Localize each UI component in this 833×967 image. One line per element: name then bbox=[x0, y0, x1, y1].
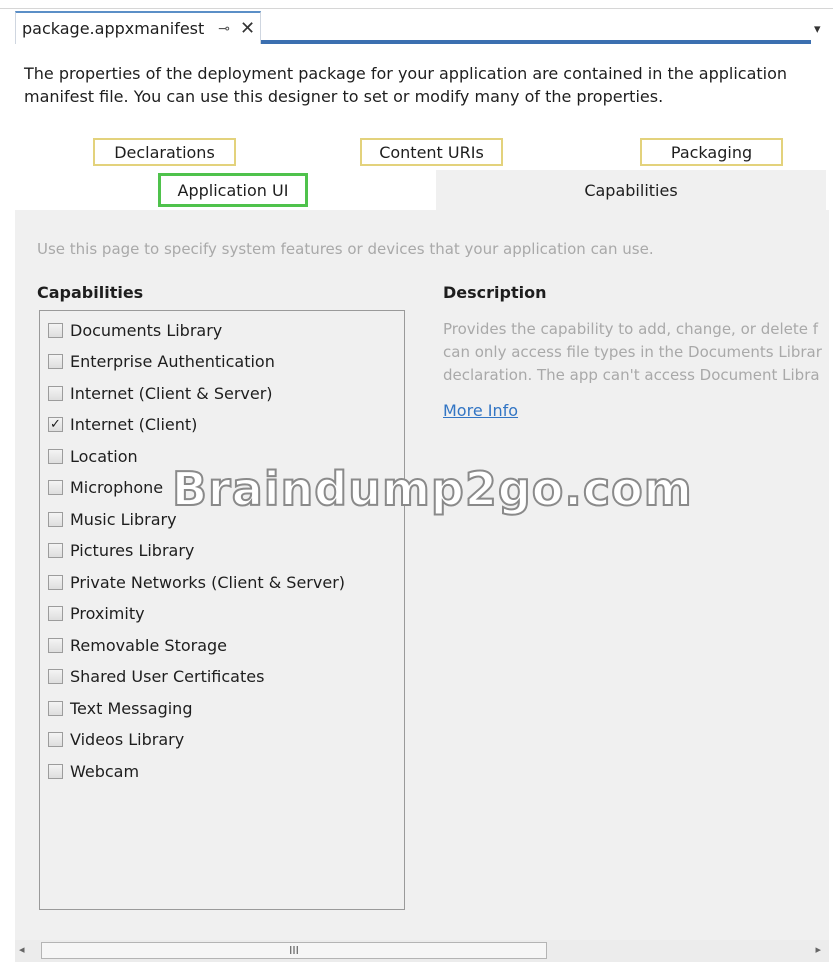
horizontal-scrollbar[interactable]: ◂ III ▸ bbox=[15, 940, 829, 962]
scrollbar-thumb[interactable]: III bbox=[41, 942, 547, 959]
checkbox[interactable] bbox=[48, 606, 63, 621]
capability-label: Removable Storage bbox=[70, 635, 228, 655]
capability-item[interactable]: Videos Library bbox=[48, 728, 184, 752]
checkbox[interactable] bbox=[48, 322, 63, 338]
checkbox[interactable] bbox=[48, 637, 63, 653]
capability-label: Internet (Client & Server) bbox=[70, 383, 273, 403]
watermark: Braindump2go.com bbox=[171, 461, 693, 517]
checkbox[interactable] bbox=[48, 511, 63, 527]
scroll-left-icon[interactable]: ◂ bbox=[19, 943, 25, 956]
capability-label: Text Messaging bbox=[70, 698, 193, 718]
capability-item[interactable]: Shared User Certificates bbox=[48, 665, 264, 689]
capability-item[interactable]: Proximity bbox=[48, 602, 145, 626]
checkbox[interactable] bbox=[48, 574, 63, 590]
capability-item[interactable]: Pictures Library bbox=[48, 539, 194, 563]
intro-text: The properties of the deployment package… bbox=[24, 64, 788, 106]
capabilities-list: Documents Library Enterprise Authenticati… bbox=[39, 310, 405, 910]
capabilities-header: Capabilities bbox=[37, 283, 144, 302]
checkbox[interactable] bbox=[48, 732, 63, 747]
capability-item[interactable]: Removable Storage bbox=[48, 633, 227, 657]
description-line: can only access file types in the Docume… bbox=[443, 343, 822, 361]
checkbox[interactable] bbox=[48, 385, 63, 401]
checkbox[interactable] bbox=[48, 669, 63, 684]
page-hint: Use this page to specify system features… bbox=[37, 240, 654, 258]
capability-label: Videos Library bbox=[70, 730, 185, 749]
tab-content-uris[interactable]: Content URIs bbox=[360, 138, 503, 166]
capability-item[interactable]: Documents Library bbox=[48, 318, 222, 342]
capability-label: Webcam bbox=[70, 761, 140, 781]
description-line: declaration. The app can't access Docume… bbox=[443, 366, 820, 384]
tab-application-ui[interactable]: Application UI bbox=[158, 173, 308, 207]
capability-item[interactable]: Microphone bbox=[48, 476, 163, 500]
checkbox[interactable] bbox=[48, 354, 63, 369]
document-tab-title: package.appxmanifest bbox=[22, 19, 205, 38]
capability-item[interactable]: Webcam bbox=[48, 759, 139, 783]
description-line: Provides the capability to add, change, … bbox=[443, 320, 819, 338]
description-text: Provides the capability to add, change, … bbox=[443, 318, 833, 387]
capability-label: Microphone bbox=[70, 478, 164, 497]
more-info-link[interactable]: More Info bbox=[443, 401, 518, 420]
capability-label: Music Library bbox=[70, 509, 177, 529]
tab-strip-border bbox=[0, 8, 833, 9]
tab-declarations[interactable]: Declarations bbox=[93, 138, 236, 166]
document-tab[interactable]: package.appxmanifest ⊸ ✕ bbox=[15, 11, 261, 44]
checkbox[interactable] bbox=[48, 480, 63, 495]
checkbox[interactable] bbox=[48, 448, 63, 464]
capability-item[interactable]: Location bbox=[48, 444, 138, 468]
capability-label: Private Networks (Client & Server) bbox=[70, 572, 346, 592]
tab-dropdown-icon[interactable]: ▾ bbox=[814, 22, 821, 37]
capability-item[interactable]: Private Networks (Client & Server) bbox=[48, 570, 345, 594]
capability-item[interactable]: Enterprise Authentication bbox=[48, 350, 275, 374]
capability-item[interactable]: Text Messaging bbox=[48, 696, 192, 720]
capability-label: Proximity bbox=[70, 604, 145, 623]
description-header: Description bbox=[443, 283, 547, 302]
active-tab-underline bbox=[261, 40, 811, 44]
capability-item[interactable]: Internet (Client & Server) bbox=[48, 381, 273, 405]
tab-capabilities[interactable]: Capabilities bbox=[436, 170, 826, 210]
pin-icon[interactable]: ⊸ bbox=[218, 21, 230, 37]
capability-label: Shared User Certificates bbox=[70, 667, 265, 686]
grip-icon: III bbox=[289, 944, 299, 957]
checkbox[interactable] bbox=[48, 543, 63, 558]
checkbox[interactable] bbox=[48, 763, 63, 779]
checkbox[interactable] bbox=[48, 700, 63, 716]
capability-item[interactable]: ✓ Internet (Client) bbox=[48, 413, 197, 437]
tab-packaging[interactable]: Packaging bbox=[640, 138, 783, 166]
capability-label: Enterprise Authentication bbox=[70, 352, 275, 371]
scroll-right-icon[interactable]: ▸ bbox=[815, 943, 821, 956]
capability-item[interactable]: Music Library bbox=[48, 507, 177, 531]
capability-label: Internet (Client) bbox=[70, 415, 198, 434]
checkbox-checked[interactable]: ✓ bbox=[48, 417, 63, 432]
capability-label: Location bbox=[70, 446, 138, 466]
capability-label: Documents Library bbox=[70, 320, 223, 340]
capability-label: Pictures Library bbox=[70, 541, 195, 560]
close-icon[interactable]: ✕ bbox=[240, 18, 255, 39]
